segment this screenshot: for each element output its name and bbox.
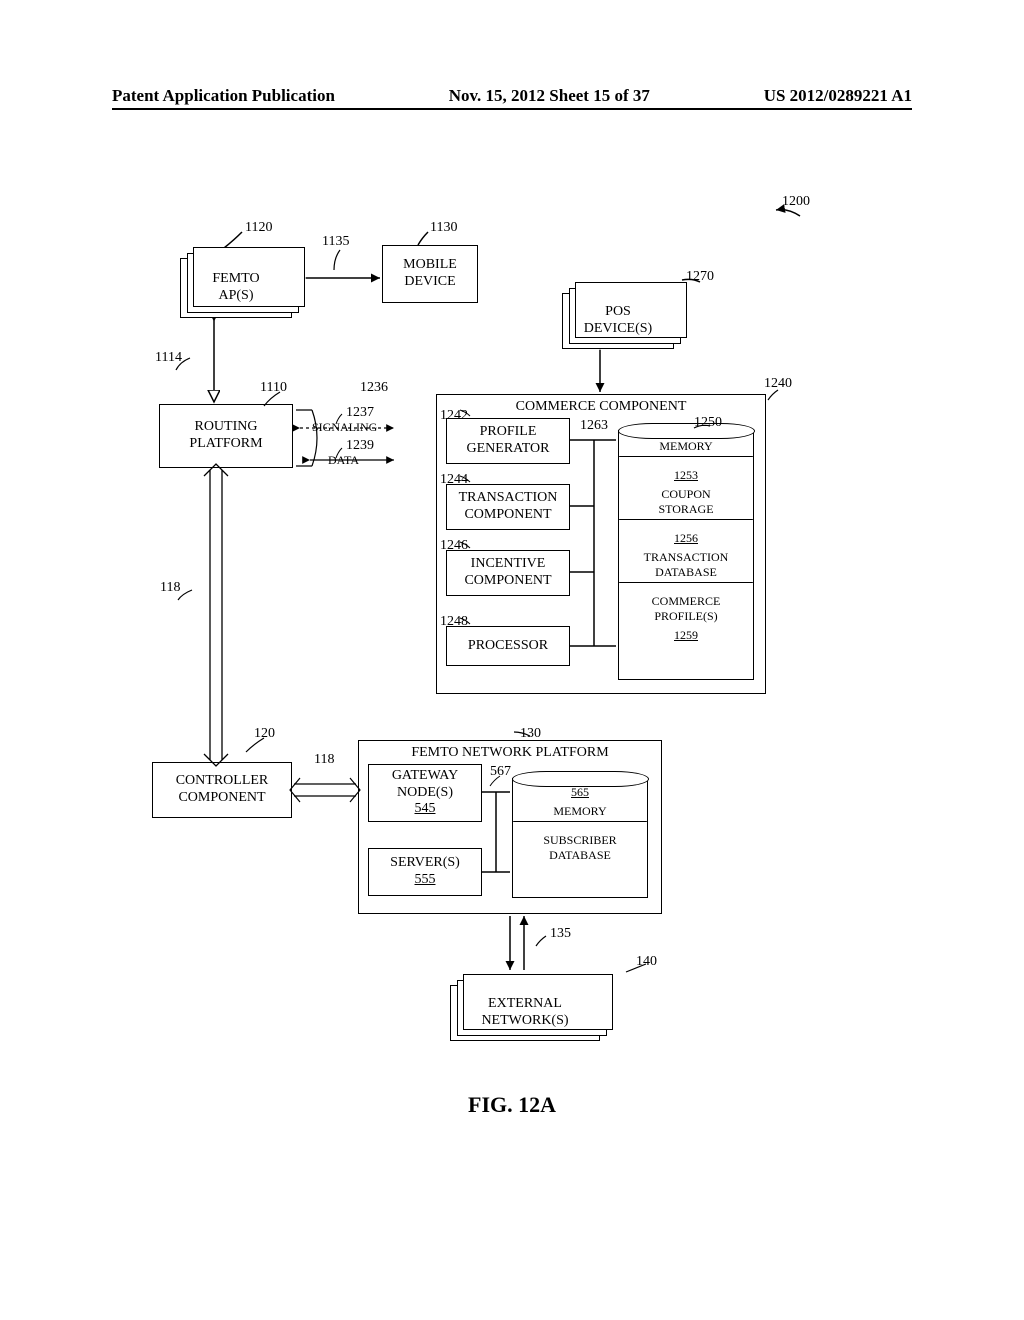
fnp-memory-cylinder: 565 MEMORY SUBSCRIBER DATABASE bbox=[512, 778, 648, 898]
incentive-component-box: INCENTIVE COMPONENT bbox=[446, 550, 570, 596]
header-right: US 2012/0289221 A1 bbox=[764, 86, 912, 106]
mobile-device-label: MOBILE DEVICE bbox=[403, 257, 457, 291]
servers-box: SERVER(S) 555 bbox=[368, 848, 482, 896]
ref-120: 120 bbox=[254, 726, 275, 742]
ref-1246: 1246 bbox=[440, 538, 468, 554]
memory-label: MEMORY bbox=[619, 437, 753, 456]
subscriber-database-label: SUBSCRIBER DATABASE bbox=[513, 831, 647, 865]
header-rule bbox=[112, 108, 912, 110]
ref-1110: 1110 bbox=[260, 380, 287, 396]
servers-label: SERVER(S) bbox=[390, 855, 460, 872]
ref-140: 140 bbox=[636, 954, 657, 970]
femto-ap-label: FEMTO AP(S) bbox=[212, 271, 259, 305]
gateway-nodes-label: GATEWAY NODE(S) bbox=[392, 768, 458, 802]
transaction-component-box: TRANSACTION COMPONENT bbox=[446, 484, 570, 530]
transaction-component-label: TRANSACTION COMPONENT bbox=[459, 490, 558, 524]
pos-devices-box: POS DEVICE(S) bbox=[562, 293, 674, 349]
ref-1250: 1250 bbox=[694, 415, 722, 431]
profile-generator-label: PROFILE GENERATOR bbox=[467, 424, 550, 458]
ref-1237: 1237 bbox=[346, 405, 374, 421]
profile-generator-box: PROFILE GENERATOR bbox=[446, 418, 570, 464]
mobile-device-box: MOBILE DEVICE bbox=[382, 245, 478, 303]
ref-1130: 1130 bbox=[430, 220, 457, 236]
ref-1239: 1239 bbox=[346, 438, 374, 454]
figure-caption: FIG. 12A bbox=[0, 1092, 1024, 1118]
gateway-nodes-box: GATEWAY NODE(S) 545 bbox=[368, 764, 482, 822]
gateway-nodes-num: 545 bbox=[415, 801, 436, 818]
ref-1120: 1120 bbox=[245, 220, 272, 236]
memory2-num: 565 bbox=[513, 783, 647, 802]
memory-1253: 1253 bbox=[619, 466, 753, 485]
ref-1242: 1242 bbox=[440, 408, 468, 424]
ref-567: 567 bbox=[490, 764, 511, 780]
ref-1244: 1244 bbox=[440, 472, 468, 488]
signaling-label: SIGNALING bbox=[312, 420, 377, 435]
ref-1135: 1135 bbox=[322, 234, 349, 250]
ref-130: 130 bbox=[520, 726, 541, 742]
ref-135: 135 bbox=[550, 926, 571, 942]
data-label: DATA bbox=[328, 453, 359, 468]
header-center: Nov. 15, 2012 Sheet 15 of 37 bbox=[449, 86, 650, 106]
memory-1259: 1259 bbox=[619, 626, 753, 645]
controller-component-box: CONTROLLER COMPONENT bbox=[152, 762, 292, 818]
commerce-profiles-label: COMMERCE PROFILE(S) bbox=[619, 592, 753, 626]
controller-component-label: CONTROLLER COMPONENT bbox=[176, 773, 269, 807]
ref-118a: 118 bbox=[160, 580, 180, 596]
routing-platform-box: ROUTING PLATFORM bbox=[159, 404, 293, 468]
memory2-label: MEMORY bbox=[513, 802, 647, 821]
commerce-component-label: COMMERCE COMPONENT bbox=[516, 399, 687, 416]
pos-devices-label: POS DEVICE(S) bbox=[584, 304, 652, 338]
ref-118b: 118 bbox=[314, 752, 334, 768]
ref-1236: 1236 bbox=[360, 380, 388, 396]
processor-box: PROCESSOR bbox=[446, 626, 570, 666]
ref-1240: 1240 bbox=[764, 376, 792, 392]
external-networks-box: EXTERNAL NETWORK(S) bbox=[450, 985, 600, 1041]
page-header: Patent Application Publication Nov. 15, … bbox=[112, 86, 912, 106]
header-left: Patent Application Publication bbox=[112, 86, 335, 106]
commerce-memory-cylinder: MEMORY 1253 COUPON STORAGE 1256 TRANSACT… bbox=[618, 430, 754, 680]
external-networks-label: EXTERNAL NETWORK(S) bbox=[481, 996, 568, 1030]
ref-1200: 1200 bbox=[782, 194, 810, 210]
femto-ap-box: FEMTO AP(S) bbox=[180, 258, 292, 318]
ref-1248: 1248 bbox=[440, 614, 468, 630]
servers-num: 555 bbox=[415, 872, 436, 889]
processor-label: PROCESSOR bbox=[468, 638, 548, 655]
transaction-database-label: TRANSACTION DATABASE bbox=[619, 548, 753, 582]
incentive-component-label: INCENTIVE COMPONENT bbox=[464, 556, 551, 590]
ref-1114: 1114 bbox=[155, 350, 182, 366]
coupon-storage-label: COUPON STORAGE bbox=[619, 485, 753, 519]
femto-network-platform-label: FEMTO NETWORK PLATFORM bbox=[411, 745, 608, 762]
ref-1270: 1270 bbox=[686, 269, 714, 285]
memory-1256: 1256 bbox=[619, 529, 753, 548]
ref-1263: 1263 bbox=[580, 418, 608, 434]
routing-platform-label: ROUTING PLATFORM bbox=[189, 419, 262, 453]
